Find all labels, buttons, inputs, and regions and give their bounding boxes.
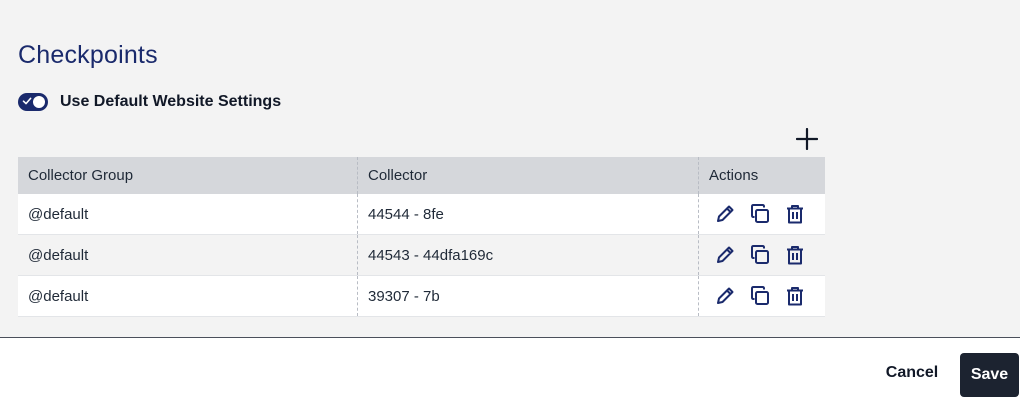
trash-icon[interactable]: [784, 244, 806, 266]
checkpoints-table: Collector Group Collector Actions @defau…: [18, 157, 825, 317]
table-header: Collector Group Collector Actions: [18, 157, 825, 194]
trash-icon[interactable]: [784, 285, 806, 307]
checkpoints-panel: Checkpoints Use Default Website Settings…: [0, 0, 1024, 338]
actions-cell: [699, 235, 825, 275]
collector-group-cell: @default: [18, 235, 358, 275]
default-settings-toggle[interactable]: [18, 93, 48, 111]
add-icon[interactable]: [796, 128, 818, 150]
collector-cell: 44544 - 8fe: [358, 194, 699, 234]
pencil-icon[interactable]: [714, 244, 736, 266]
section-title: Checkpoints: [18, 41, 158, 69]
collector-value: 44544 - 8fe: [368, 205, 444, 223]
collector-cell: 39307 - 7b: [358, 276, 699, 316]
column-header-collector-group[interactable]: Collector Group: [18, 157, 358, 194]
collector-value: 39307 - 7b: [368, 287, 440, 305]
actions-cell: [699, 276, 825, 316]
trash-icon[interactable]: [784, 203, 806, 225]
collector-value: 44543 - 44dfa169c: [368, 246, 494, 264]
panel-edge: [1020, 0, 1024, 338]
collector-cell: 44543 - 44dfa169c: [358, 235, 699, 275]
copy-icon[interactable]: [749, 203, 771, 225]
copy-icon[interactable]: [749, 244, 771, 266]
table-row: @default 39307 - 7b: [18, 276, 825, 317]
toggle-label: Use Default Website Settings: [60, 93, 282, 110]
collector-group-cell: @default: [18, 194, 358, 234]
table-row: @default 44543 - 44dfa169c: [18, 235, 825, 276]
column-header-actions: Actions: [709, 167, 759, 184]
table-row: @default 44544 - 8fe: [18, 194, 825, 235]
cancel-button[interactable]: Cancel: [874, 364, 950, 382]
pencil-icon[interactable]: [714, 203, 736, 225]
save-button[interactable]: Save: [960, 353, 1019, 397]
check-icon: [22, 97, 32, 105]
column-header-collector[interactable]: Collector: [358, 157, 699, 194]
pencil-icon[interactable]: [714, 285, 736, 307]
actions-cell: [699, 194, 825, 234]
copy-icon[interactable]: [749, 285, 771, 307]
collector-group-cell: @default: [18, 276, 358, 316]
default-settings-row: Use Default Website Settings: [18, 91, 281, 113]
toggle-knob: [33, 96, 45, 108]
